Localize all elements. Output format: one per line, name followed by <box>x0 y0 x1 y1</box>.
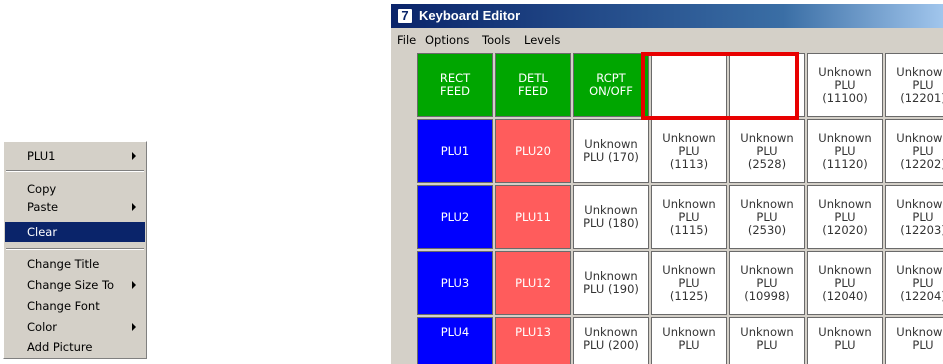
keyboard-key[interactable]: DETL FEED <box>495 53 571 117</box>
keyboard-key[interactable]: Unknown PLU (1113) <box>651 119 727 183</box>
menu-file[interactable]: File <box>397 33 416 47</box>
keyboard-key[interactable]: Unknown PLU (2528) <box>729 119 805 183</box>
menu-item-label: Change Font <box>27 299 100 313</box>
menu-item-label: Clear <box>27 225 58 239</box>
keyboard-key[interactable]: Unknown PLU (12201) <box>885 53 943 117</box>
menu-item-color[interactable]: Color <box>5 317 145 337</box>
keyboard-key[interactable]: Unknown PLU (12203) <box>885 185 943 249</box>
menu-item-copy[interactable]: Copy <box>5 179 145 199</box>
menu-item-label: Change Size To <box>27 278 115 292</box>
menu-tools[interactable]: Tools <box>482 33 510 47</box>
keyboard-key[interactable]: Unknown PLU (12020) <box>807 185 883 249</box>
menu-item-label: PLU1 <box>27 149 56 163</box>
keyboard-key[interactable]: PLU11 <box>495 185 571 249</box>
menu-item-change-title[interactable]: Change Title <box>5 254 145 274</box>
submenu-arrow-icon <box>132 281 136 289</box>
keyboard-key[interactable]: Unknown PLU <box>729 317 805 364</box>
menu-item-change-font[interactable]: Change Font <box>5 296 145 316</box>
menu-item-label: Copy <box>27 182 57 196</box>
submenu-arrow-icon <box>132 323 136 331</box>
menu-item-label: Change Title <box>27 257 100 271</box>
keyboard-key[interactable]: Unknown PLU (10998) <box>729 251 805 315</box>
keyboard-key[interactable]: Unknown PLU (11100) <box>807 53 883 117</box>
selection-highlight <box>641 52 799 120</box>
keyboard-key[interactable]: Unknown PLU (12204) <box>885 251 943 315</box>
menu-options[interactable]: Options <box>425 33 469 47</box>
context-menu: PLU1 Copy Paste Clear Change Title Chang… <box>3 141 147 359</box>
keyboard-key[interactable]: RCPT ON/OFF <box>573 53 649 117</box>
keyboard-key[interactable]: RECT FEED <box>417 53 493 117</box>
keyboard-key[interactable]: Unknown PLU (1115) <box>651 185 727 249</box>
menu-separator <box>6 248 144 250</box>
menu-item-label: Add Picture <box>27 340 93 354</box>
keyboard-key[interactable]: Unknown PLU (1125) <box>651 251 727 315</box>
keyboard-key[interactable]: PLU12 <box>495 251 571 315</box>
window-title: Keyboard Editor <box>419 8 521 23</box>
keyboard-key[interactable]: Unknown PLU (12040) <box>807 251 883 315</box>
keyboard-key[interactable]: PLU20 <box>495 119 571 183</box>
menu-item-plu1[interactable]: PLU1 <box>5 146 145 166</box>
keyboard-key[interactable]: Unknown PLU <box>885 317 943 364</box>
keyboard-key[interactable]: Unknown PLU <box>807 317 883 364</box>
keyboard-key[interactable]: Unknown PLU (190) <box>573 251 649 315</box>
keyboard-key[interactable]: Unknown PLU <box>651 317 727 364</box>
menu-item-change-size-to[interactable]: Change Size To <box>5 275 145 295</box>
keyboard-editor-window: 7 Keyboard Editor File Options Tools Lev… <box>391 4 943 364</box>
keyboard-key[interactable]: PLU3 <box>417 251 493 315</box>
keyboard-key[interactable]: Unknown PLU (2530) <box>729 185 805 249</box>
menu-item-add-picture[interactable]: Add Picture <box>5 337 145 357</box>
submenu-arrow-icon <box>132 203 136 211</box>
submenu-arrow-icon <box>132 152 136 160</box>
menu-item-label: Color <box>27 320 58 334</box>
menu-bar: File Options Tools Levels <box>391 28 943 50</box>
menu-item-clear[interactable]: Clear <box>5 222 145 242</box>
keyboard-key[interactable]: Unknown PLU (11120) <box>807 119 883 183</box>
menu-item-paste[interactable]: Paste <box>5 197 145 217</box>
title-bar[interactable]: 7 Keyboard Editor <box>391 4 943 28</box>
menu-levels[interactable]: Levels <box>524 33 560 47</box>
keyboard-key[interactable]: Unknown PLU (12202) <box>885 119 943 183</box>
menu-separator <box>6 170 144 172</box>
keyboard-key[interactable]: Unknown PLU (200) <box>573 317 649 364</box>
keyboard-key[interactable]: PLU2 <box>417 185 493 249</box>
app-icon: 7 <box>397 8 413 24</box>
keyboard-key[interactable]: Unknown PLU (170) <box>573 119 649 183</box>
keyboard-key[interactable]: PLU4 <box>417 317 493 364</box>
keyboard-key[interactable]: PLU13 <box>495 317 571 364</box>
keyboard-key[interactable]: PLU1 <box>417 119 493 183</box>
keyboard-key[interactable]: Unknown PLU (180) <box>573 185 649 249</box>
menu-item-label: Paste <box>27 200 59 214</box>
